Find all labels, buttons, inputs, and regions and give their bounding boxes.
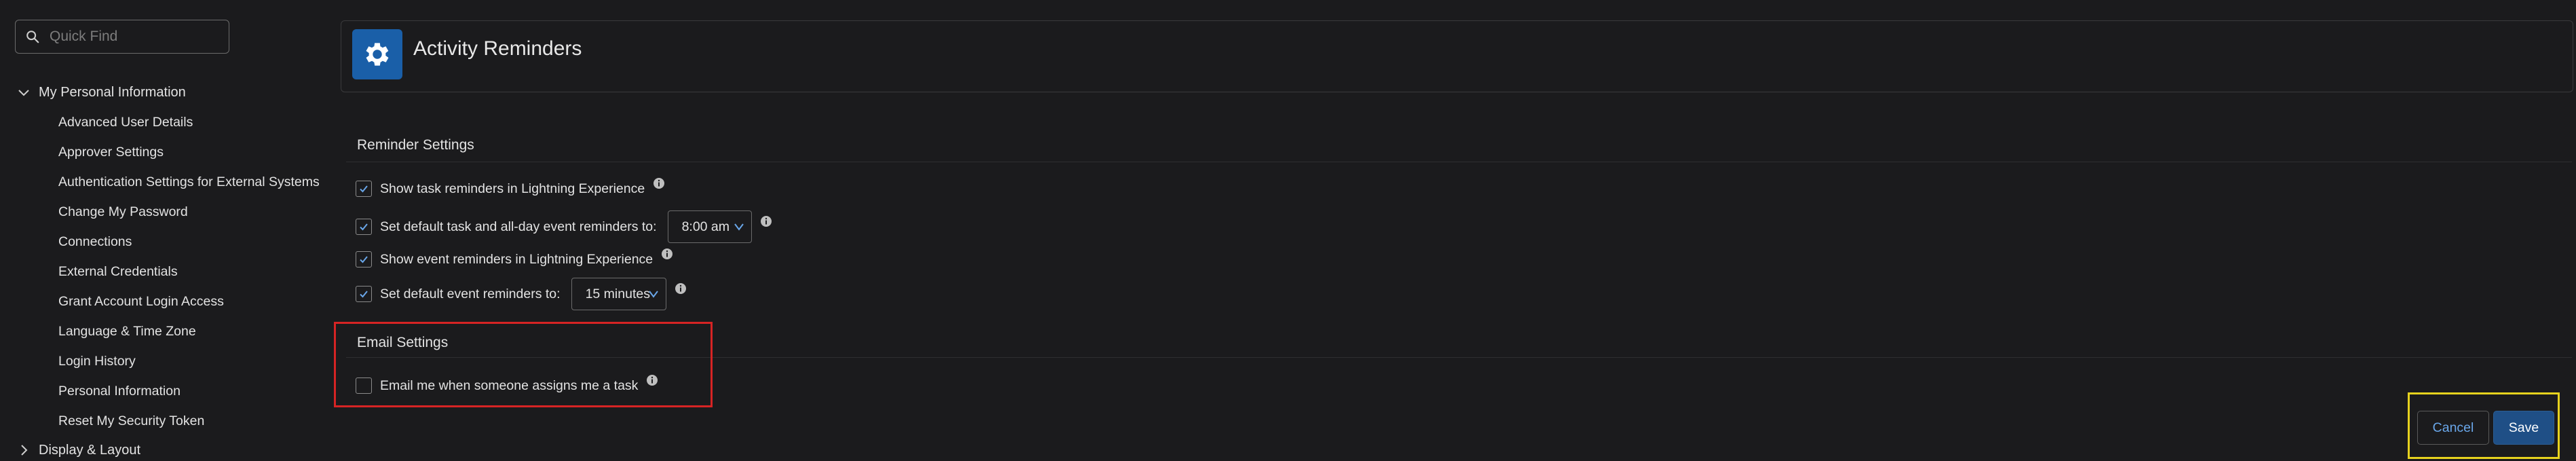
reminder-settings-title: Reminder Settings xyxy=(357,137,474,153)
sidebar: My Personal Information Advanced User De… xyxy=(0,0,333,461)
gear-icon xyxy=(352,29,402,79)
info-icon[interactable] xyxy=(661,248,673,260)
quick-find-input[interactable] xyxy=(50,26,219,48)
task-reminder-time-select[interactable]: 8:00 am xyxy=(667,210,752,243)
sidebar-item-grant-account-login-access[interactable]: Grant Account Login Access xyxy=(58,291,224,312)
chevron-down-icon xyxy=(734,223,744,231)
page-title: Activity Reminders xyxy=(413,37,582,60)
sidebar-item-authentication-settings[interactable]: Authentication Settings for External Sys… xyxy=(58,172,320,192)
sidebar-section-display-layout[interactable]: Display & Layout xyxy=(17,440,140,460)
select-value: 8:00 am xyxy=(681,219,730,234)
reminder-row-task-lightning: Show task reminders in Lightning Experie… xyxy=(356,175,665,202)
checkmark-icon xyxy=(360,185,368,193)
sidebar-item-external-credentials[interactable]: External Credentials xyxy=(58,261,178,282)
sidebar-item-approver-settings[interactable]: Approver Settings xyxy=(58,142,164,162)
sidebar-section-label: Display & Layout xyxy=(39,442,141,458)
checkmark-icon xyxy=(360,291,368,298)
checkbox-label: Set default task and all-day event remin… xyxy=(380,219,657,234)
info-icon[interactable] xyxy=(760,215,772,227)
set-default-task-reminder-checkbox[interactable] xyxy=(356,219,372,235)
sidebar-section-my-personal-information[interactable]: My Personal Information xyxy=(17,82,186,103)
select-value: 15 minutes xyxy=(585,286,650,301)
chevron-down-icon xyxy=(18,90,29,96)
chevron-right-icon xyxy=(21,445,28,456)
sidebar-item-reset-security-token[interactable]: Reset My Security Token xyxy=(58,411,204,431)
sidebar-section-label: My Personal Information xyxy=(39,84,186,100)
sidebar-item-login-history[interactable]: Login History xyxy=(58,351,136,371)
email-settings-highlight xyxy=(334,322,713,407)
show-task-reminders-checkbox[interactable] xyxy=(356,181,372,197)
event-reminder-time-select[interactable]: 15 minutes xyxy=(571,278,666,310)
checkbox-label: Set default event reminders to: xyxy=(380,286,561,301)
sidebar-item-advanced-user-details[interactable]: Advanced User Details xyxy=(58,112,193,132)
chevron-down-icon xyxy=(648,291,658,298)
page-header: Activity Reminders xyxy=(341,20,2573,92)
checkbox-label: Show event reminders in Lightning Experi… xyxy=(380,251,654,267)
save-button[interactable]: Save xyxy=(2493,411,2554,445)
reminder-row-event-default: Set default event reminders to: 15 minut… xyxy=(356,276,687,312)
info-icon[interactable] xyxy=(653,177,665,189)
reminder-row-task-default-time: Set default task and all-day event remin… xyxy=(356,209,772,244)
show-event-reminders-checkbox[interactable] xyxy=(356,251,372,268)
checkmark-icon xyxy=(360,256,368,263)
quick-find-box[interactable] xyxy=(15,20,229,54)
info-icon[interactable] xyxy=(675,282,687,295)
checkmark-icon xyxy=(360,223,368,231)
reminder-row-event-lightning: Show event reminders in Lightning Experi… xyxy=(356,246,673,273)
checkbox-label: Show task reminders in Lightning Experie… xyxy=(380,181,645,196)
sidebar-item-change-my-password[interactable]: Change My Password xyxy=(58,202,188,222)
sidebar-item-language-time-zone[interactable]: Language & Time Zone xyxy=(58,321,196,342)
sidebar-item-connections[interactable]: Connections xyxy=(58,232,132,252)
cancel-button[interactable]: Cancel xyxy=(2417,411,2489,445)
search-icon xyxy=(26,31,39,43)
sidebar-item-personal-information[interactable]: Personal Information xyxy=(58,381,181,401)
set-default-event-reminder-checkbox[interactable] xyxy=(356,286,372,302)
